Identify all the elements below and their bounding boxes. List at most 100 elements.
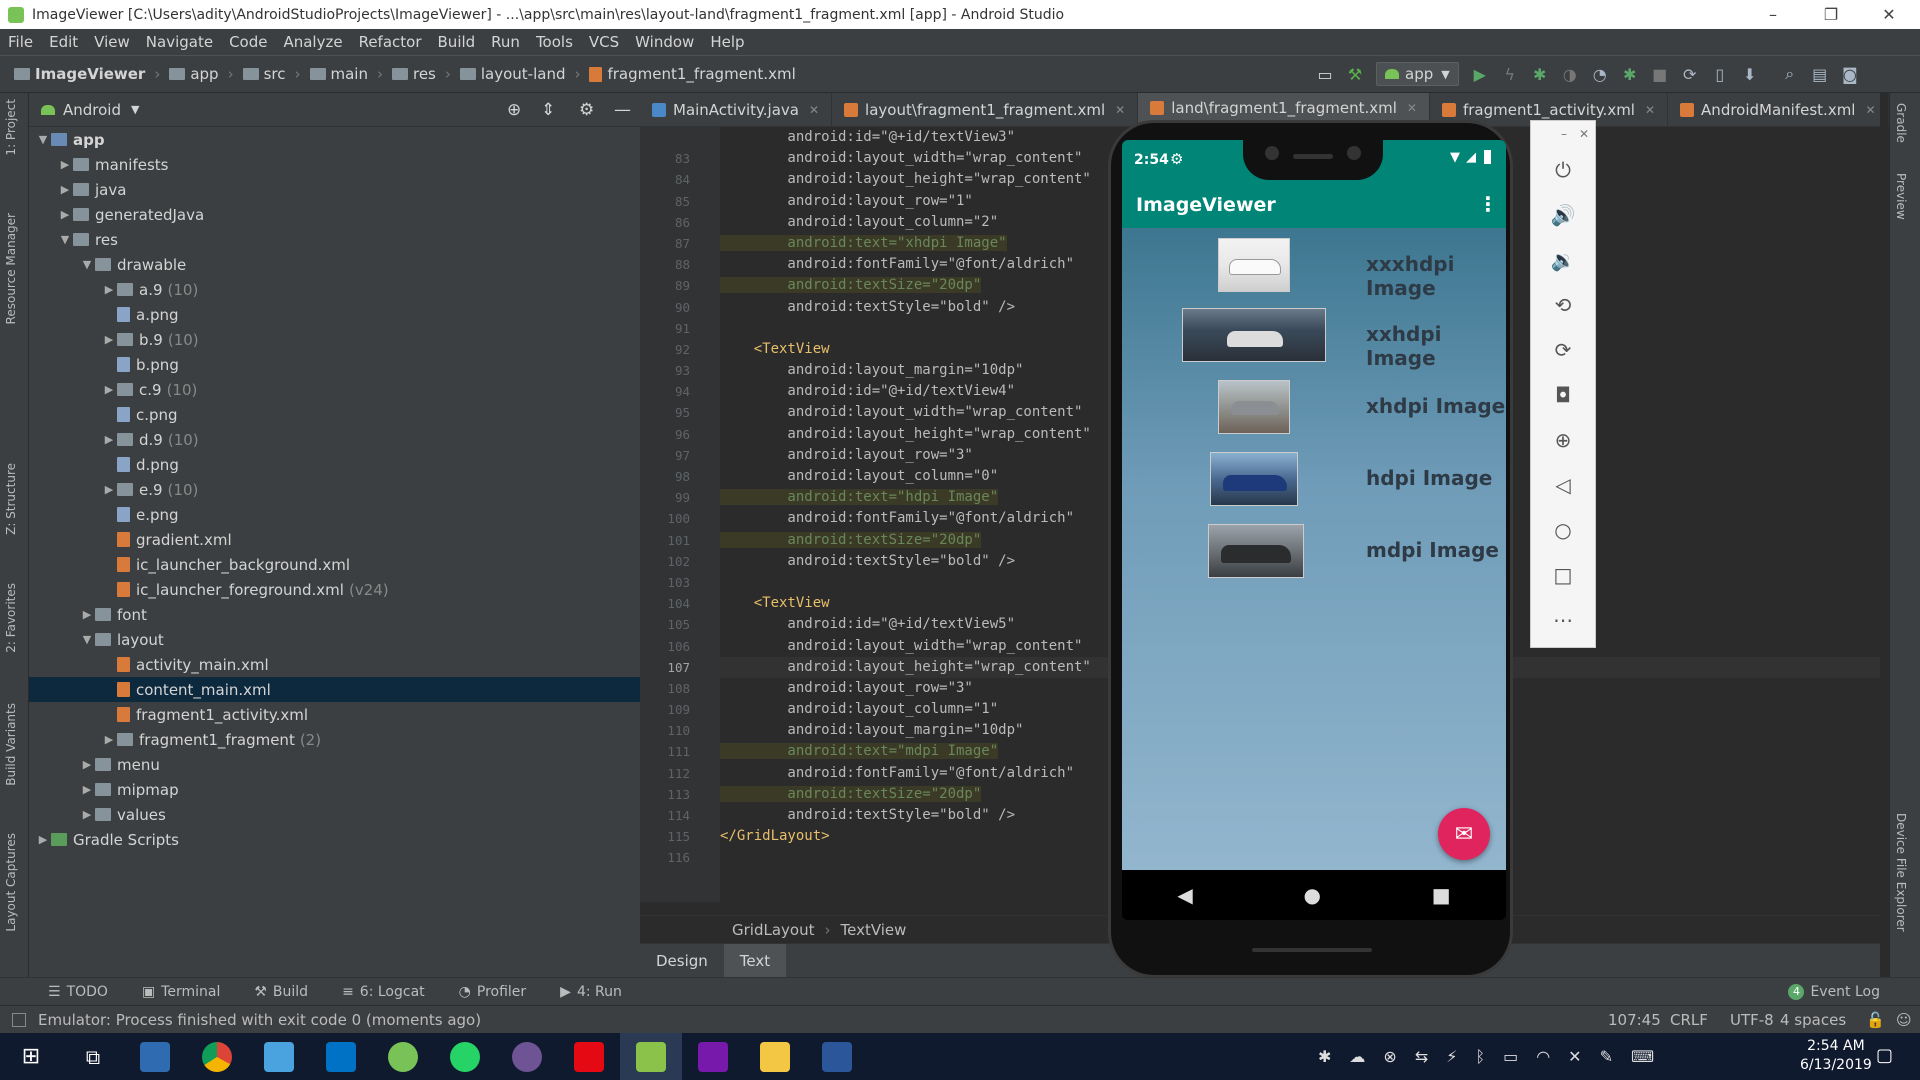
- tree-item[interactable]: d.png: [29, 452, 640, 477]
- taskbar-clock[interactable]: 2:54 AM 6/13/2019: [1800, 1037, 1872, 1075]
- keyboard-icon[interactable]: ⌨: [1631, 1047, 1654, 1066]
- sync-gradle-icon[interactable]: ⟳: [1679, 63, 1701, 85]
- taskbar-app[interactable]: [806, 1033, 868, 1080]
- rotate-right-icon[interactable]: ⟳: [1531, 327, 1595, 372]
- tree-item[interactable]: ic_launcher_background.xml: [29, 552, 640, 577]
- volume-down-icon[interactable]: 🔉: [1531, 237, 1595, 282]
- taskbar-app[interactable]: [186, 1033, 248, 1080]
- avd-manager-icon[interactable]: ▯: [1709, 63, 1731, 85]
- structure-item[interactable]: TextView: [840, 921, 906, 939]
- menu-item-edit[interactable]: Edit: [41, 33, 86, 51]
- pen-icon[interactable]: ✎: [1600, 1047, 1613, 1066]
- taskbar-app[interactable]: [558, 1033, 620, 1080]
- collapsed-arrow-icon[interactable]: ▶: [57, 208, 73, 221]
- expanded-arrow-icon[interactable]: ▼: [79, 633, 95, 646]
- chevron-down-icon[interactable]: ▼: [131, 103, 139, 116]
- menu-item-help[interactable]: Help: [702, 33, 752, 51]
- caret-position[interactable]: 107:45: [1608, 1011, 1661, 1029]
- tree-item[interactable]: ▼ app: [29, 127, 640, 152]
- collapsed-arrow-icon[interactable]: ▶: [35, 833, 51, 846]
- back-icon[interactable]: ◁: [1531, 462, 1595, 507]
- breadcrumb-item[interactable]: layout-land: [454, 65, 572, 83]
- menu-item-view[interactable]: View: [86, 33, 138, 51]
- volume-up-icon[interactable]: 🔊: [1531, 192, 1595, 237]
- device-manager-icon[interactable]: ▭: [1314, 63, 1336, 85]
- event-log-button[interactable]: 4 Event Log: [1788, 983, 1880, 1000]
- tray-app-icon[interactable]: ⊗: [1383, 1047, 1396, 1066]
- emulator-screen[interactable]: 2:54 ⚙ ▼ ◢ ImageViewer ⋮ xxxhdpi Image x…: [1122, 140, 1506, 920]
- structure-item[interactable]: GridLayout: [732, 921, 814, 939]
- tree-item[interactable]: a.png: [29, 302, 640, 327]
- task-view-button[interactable]: ⧉: [62, 1033, 124, 1080]
- camera-icon[interactable]: ◘: [1531, 372, 1595, 417]
- menu-item-code[interactable]: Code: [221, 33, 275, 51]
- locate-icon[interactable]: ⊕: [507, 100, 521, 120]
- collapsed-arrow-icon[interactable]: ▶: [101, 333, 117, 346]
- tool-tab[interactable]: 2: Favorites: [4, 583, 18, 653]
- tool-tab[interactable]: Resource Manager: [4, 213, 18, 324]
- collapsed-arrow-icon[interactable]: ▶: [101, 483, 117, 496]
- breadcrumb-item[interactable]: fragment1_fragment.xml: [583, 65, 801, 83]
- taskbar-app[interactable]: [434, 1033, 496, 1080]
- breadcrumb-item[interactable]: src: [237, 65, 292, 83]
- attach-debugger-icon[interactable]: ✱: [1619, 63, 1641, 85]
- tree-item[interactable]: ▼ drawable: [29, 252, 640, 277]
- more-icon[interactable]: ⋯: [1531, 597, 1595, 642]
- tree-item[interactable]: ▶ c.9 (10): [29, 377, 640, 402]
- collapsed-arrow-icon[interactable]: ▶: [101, 283, 117, 296]
- expanded-arrow-icon[interactable]: ▼: [79, 258, 95, 271]
- onedrive-icon[interactable]: ☁: [1349, 1047, 1365, 1066]
- debug-icon[interactable]: ✱: [1529, 63, 1551, 85]
- notifications-icon[interactable]: ▢: [1876, 1045, 1893, 1066]
- close-button[interactable]: ✕: [1860, 0, 1918, 29]
- run-icon[interactable]: ▶: [1469, 63, 1491, 85]
- collapsed-arrow-icon[interactable]: ▶: [79, 758, 95, 771]
- tree-item[interactable]: ▶ fragment1_fragment (2): [29, 727, 640, 752]
- tool-tab[interactable]: Preview: [1894, 173, 1908, 220]
- bottom-tool-button[interactable]: ◔ Profiler: [449, 984, 537, 1000]
- profile-icon[interactable]: ◔: [1589, 63, 1611, 85]
- tool-tab[interactable]: Z: Structure: [4, 463, 18, 535]
- breadcrumb-item[interactable]: res: [386, 65, 442, 83]
- collapsed-arrow-icon[interactable]: ▶: [79, 783, 95, 796]
- hide-panel-icon[interactable]: —: [614, 100, 631, 120]
- tree-item[interactable]: ic_launcher_foreground.xml (v24): [29, 577, 640, 602]
- close-tab-icon[interactable]: ✕: [1407, 101, 1417, 115]
- tree-item[interactable]: ▶ generatedJava: [29, 202, 640, 227]
- tree-item[interactable]: ▶ e.9 (10): [29, 477, 640, 502]
- collapsed-arrow-icon[interactable]: ▶: [101, 733, 117, 746]
- zoom-icon[interactable]: ⊕: [1531, 417, 1595, 462]
- taskbar-app[interactable]: [682, 1033, 744, 1080]
- rotate-left-icon[interactable]: ⟲: [1531, 282, 1595, 327]
- tool-tab[interactable]: Gradle: [1894, 103, 1908, 143]
- tree-item[interactable]: ▶ mipmap: [29, 777, 640, 802]
- collapsed-arrow-icon[interactable]: ▶: [79, 808, 95, 821]
- tree-item[interactable]: gradient.xml: [29, 527, 640, 552]
- editor-tab[interactable]: layout\fragment1_fragment.xml ✕: [832, 93, 1139, 126]
- tab-text[interactable]: Text: [723, 944, 787, 977]
- tree-item[interactable]: ▼ layout: [29, 627, 640, 652]
- taskbar-app[interactable]: [372, 1033, 434, 1080]
- bottom-tool-button[interactable]: ≡ 6: Logcat: [332, 984, 435, 1000]
- tab-design[interactable]: Design: [640, 944, 724, 977]
- taskbar-app[interactable]: [124, 1033, 186, 1080]
- tree-item[interactable]: fragment1_activity.xml: [29, 702, 640, 727]
- file-encoding[interactable]: UTF-8: [1730, 1011, 1774, 1029]
- tray-app-icon[interactable]: ✱: [1318, 1047, 1331, 1066]
- close-tab-icon[interactable]: ✕: [809, 103, 819, 117]
- breadcrumb-item[interactable]: main: [304, 65, 374, 83]
- overflow-menu-icon[interactable]: ⋮: [1478, 192, 1498, 216]
- menu-item-refactor[interactable]: Refactor: [351, 33, 430, 51]
- nav-recents-icon[interactable]: ■: [1432, 883, 1451, 907]
- tree-item[interactable]: ▶ java: [29, 177, 640, 202]
- tray-app-icon[interactable]: ⚡: [1446, 1047, 1457, 1066]
- nav-home-icon[interactable]: ●: [1304, 883, 1321, 907]
- collapsed-arrow-icon[interactable]: ▶: [79, 608, 95, 621]
- breadcrumb-item[interactable]: ImageViewer: [8, 65, 151, 83]
- expanded-arrow-icon[interactable]: ▼: [57, 233, 73, 246]
- taskbar-app-active[interactable]: [620, 1033, 682, 1080]
- make-project-icon[interactable]: ⚒: [1344, 63, 1366, 85]
- lock-icon[interactable]: 🔓: [1866, 1011, 1885, 1029]
- tree-item[interactable]: content_main.xml: [29, 677, 640, 702]
- menu-item-window[interactable]: Window: [627, 33, 702, 51]
